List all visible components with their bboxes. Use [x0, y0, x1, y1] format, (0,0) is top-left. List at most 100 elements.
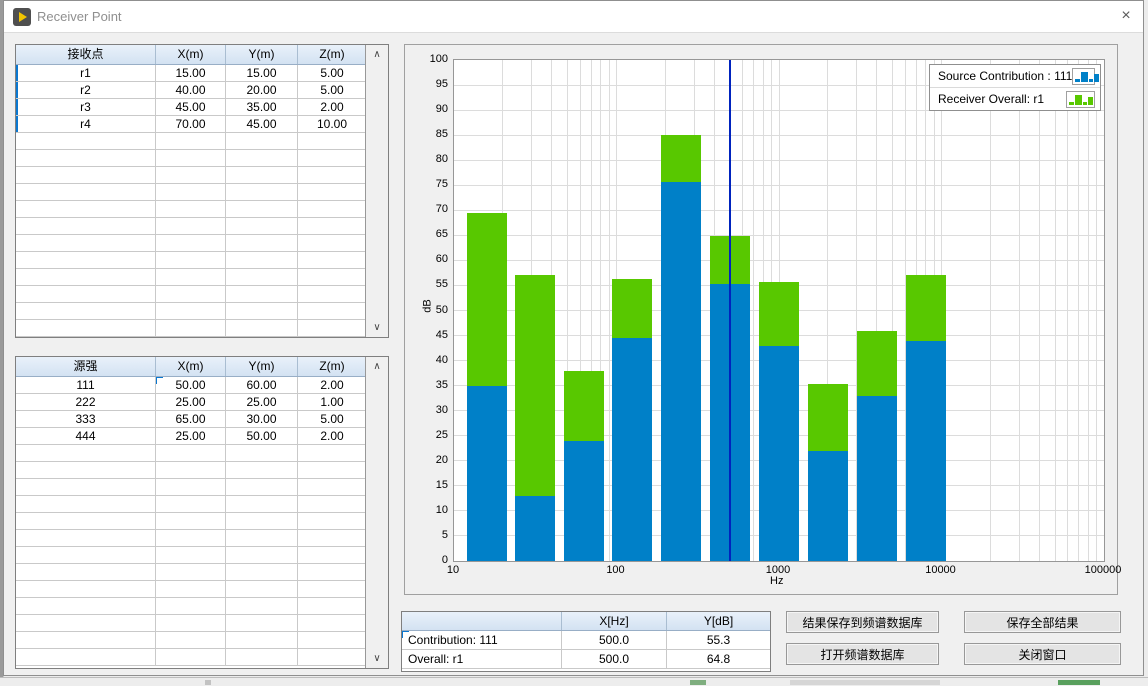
table-cell[interactable]: [226, 649, 298, 665]
table-cell[interactable]: [298, 547, 366, 563]
table-cell[interactable]: [16, 547, 156, 563]
table-cell[interactable]: [156, 252, 226, 268]
table-cell[interactable]: [298, 269, 366, 285]
table-cell[interactable]: [226, 513, 298, 529]
table-cell[interactable]: [226, 235, 298, 251]
table-cell[interactable]: [156, 133, 226, 149]
table-cell[interactable]: [226, 286, 298, 302]
table-cell[interactable]: [156, 303, 226, 319]
table-cell[interactable]: [226, 496, 298, 512]
table-cell[interactable]: [298, 513, 366, 529]
table-cell[interactable]: [156, 167, 226, 183]
table-cell[interactable]: 35.00: [226, 99, 298, 115]
table-cell[interactable]: 5.00: [298, 65, 366, 81]
table-cell[interactable]: [226, 530, 298, 546]
table-cell[interactable]: r1: [16, 65, 156, 81]
table-cell[interactable]: [16, 269, 156, 285]
table-cell[interactable]: 45.00: [156, 99, 226, 115]
table-cell[interactable]: [226, 320, 298, 336]
save-all-results-button[interactable]: 保存全部结果: [964, 611, 1121, 633]
table-cell[interactable]: [16, 133, 156, 149]
table-cell[interactable]: [156, 201, 226, 217]
table-cell[interactable]: [226, 547, 298, 563]
table-cell[interactable]: r4: [16, 116, 156, 132]
table-cell[interactable]: [156, 615, 226, 631]
table-cell[interactable]: [298, 201, 366, 217]
table-cell[interactable]: [298, 184, 366, 200]
table-cell[interactable]: [16, 150, 156, 166]
scroll-up-button[interactable]: ∧: [366, 357, 388, 376]
table-cell[interactable]: [16, 598, 156, 614]
table-cell[interactable]: 70.00: [156, 116, 226, 132]
table-cell[interactable]: [226, 218, 298, 234]
table-cell[interactable]: 40.00: [156, 82, 226, 98]
table-cell[interactable]: [16, 513, 156, 529]
table-cell[interactable]: [226, 564, 298, 580]
table-cell[interactable]: 65.00: [156, 411, 226, 427]
scroll-up-button[interactable]: ∧: [366, 45, 388, 64]
table-cell[interactable]: [226, 150, 298, 166]
table-cell[interactable]: [298, 479, 366, 495]
table-cell[interactable]: [16, 649, 156, 665]
table-cell[interactable]: [156, 564, 226, 580]
table-cell[interactable]: [226, 462, 298, 478]
table-cell[interactable]: [16, 252, 156, 268]
table-cell[interactable]: [16, 303, 156, 319]
table-cell[interactable]: 45.00: [226, 116, 298, 132]
table-cell[interactable]: [298, 445, 366, 461]
table-cell[interactable]: [298, 303, 366, 319]
receiver-point-table[interactable]: 接收点X(m)Y(m)Z(m)r115.0015.005.00r240.0020…: [15, 44, 389, 338]
table-cell[interactable]: [298, 581, 366, 597]
table-cell[interactable]: [298, 252, 366, 268]
table-cell[interactable]: [226, 252, 298, 268]
receiver-table-scrollbar[interactable]: ∧ ∨: [365, 45, 388, 337]
table-cell[interactable]: 25.00: [156, 394, 226, 410]
table-cell[interactable]: 5.00: [298, 82, 366, 98]
table-cell[interactable]: 25.00: [226, 394, 298, 410]
table-cell[interactable]: 15.00: [156, 65, 226, 81]
table-cell[interactable]: [16, 564, 156, 580]
table-cell[interactable]: [16, 286, 156, 302]
table-cell[interactable]: [156, 649, 226, 665]
source-table-scrollbar[interactable]: ∧ ∨: [365, 357, 388, 668]
table-cell[interactable]: [226, 479, 298, 495]
table-cell[interactable]: [16, 581, 156, 597]
table-cell[interactable]: [16, 496, 156, 512]
table-cell[interactable]: [226, 133, 298, 149]
table-cell[interactable]: [16, 462, 156, 478]
table-cell[interactable]: [16, 218, 156, 234]
table-cell[interactable]: [156, 445, 226, 461]
table-cell[interactable]: [156, 598, 226, 614]
table-cell[interactable]: 60.00: [226, 377, 298, 393]
table-cell[interactable]: [156, 496, 226, 512]
table-cell[interactable]: 30.00: [226, 411, 298, 427]
table-cell[interactable]: [226, 167, 298, 183]
table-cell[interactable]: [16, 632, 156, 648]
table-cell[interactable]: [298, 462, 366, 478]
table-cell[interactable]: 2.00: [298, 99, 366, 115]
table-cell[interactable]: 25.00: [156, 428, 226, 444]
table-cell[interactable]: [16, 184, 156, 200]
table-cell[interactable]: [226, 632, 298, 648]
table-cell[interactable]: [156, 479, 226, 495]
table-cell[interactable]: [156, 150, 226, 166]
table-cell[interactable]: [226, 615, 298, 631]
table-cell[interactable]: [156, 530, 226, 546]
table-cell[interactable]: [226, 598, 298, 614]
table-cell[interactable]: 10.00: [298, 116, 366, 132]
table-cell[interactable]: 222: [16, 394, 156, 410]
chart-cursor-line[interactable]: [729, 60, 731, 561]
table-cell[interactable]: [16, 615, 156, 631]
close-window-button[interactable]: 关闭窗口: [964, 643, 1121, 665]
table-cell[interactable]: [16, 235, 156, 251]
table-cell[interactable]: 2.00: [298, 377, 366, 393]
table-cell[interactable]: [298, 496, 366, 512]
table-cell[interactable]: 50.00: [156, 377, 226, 393]
table-cell[interactable]: [298, 150, 366, 166]
table-cell[interactable]: [226, 445, 298, 461]
table-cell[interactable]: [156, 286, 226, 302]
scroll-down-button[interactable]: ∨: [366, 649, 388, 668]
table-cell[interactable]: r2: [16, 82, 156, 98]
table-cell[interactable]: [16, 167, 156, 183]
table-cell[interactable]: [226, 269, 298, 285]
